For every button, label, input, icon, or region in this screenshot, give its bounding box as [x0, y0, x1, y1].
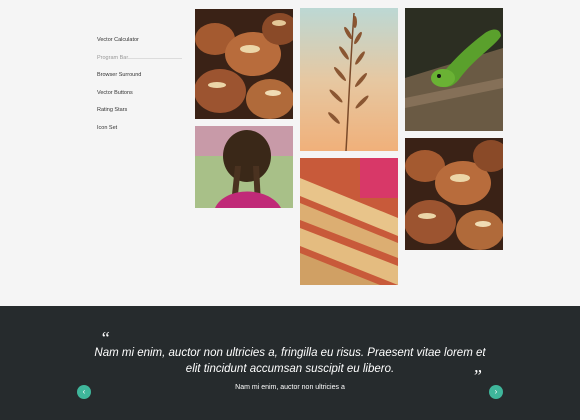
sidebar-item-icon-set[interactable]: Icon Set — [97, 123, 187, 141]
sidebar-nav: Vector Calculator Program Bar Browser Su… — [97, 35, 187, 140]
girl-braids-photo[interactable] — [195, 126, 293, 208]
lizard-photo[interactable] — [405, 8, 503, 131]
wheat-photo[interactable] — [300, 8, 398, 151]
chevron-right-icon: › — [494, 387, 498, 396]
sidebar-item-rating-stars[interactable]: Rating Stars — [97, 105, 187, 123]
sidebar-item-program-bar[interactable]: Program Bar — [97, 53, 187, 71]
sidebar-item-browser-surround[interactable]: Browser Surround — [97, 70, 187, 88]
breadsticks-photo[interactable] — [300, 158, 398, 285]
chevron-left-icon: ‹ — [82, 387, 86, 396]
testimonial-text: Nam mi enim, auctor non ultricies a, fri… — [94, 347, 486, 375]
pastries-photo-2[interactable] — [405, 138, 503, 250]
testimonial-author: Nam mi enim, auctor non ultricies a — [235, 384, 345, 391]
pastries-photo[interactable] — [195, 9, 293, 119]
next-slide-button[interactable]: › — [489, 385, 503, 399]
sidebar-item-vector-calculator[interactable]: Vector Calculator — [97, 35, 187, 53]
sidebar-item-vector-buttons[interactable]: Vector Buttons — [97, 88, 187, 106]
previous-slide-button[interactable]: ‹ — [77, 385, 91, 399]
